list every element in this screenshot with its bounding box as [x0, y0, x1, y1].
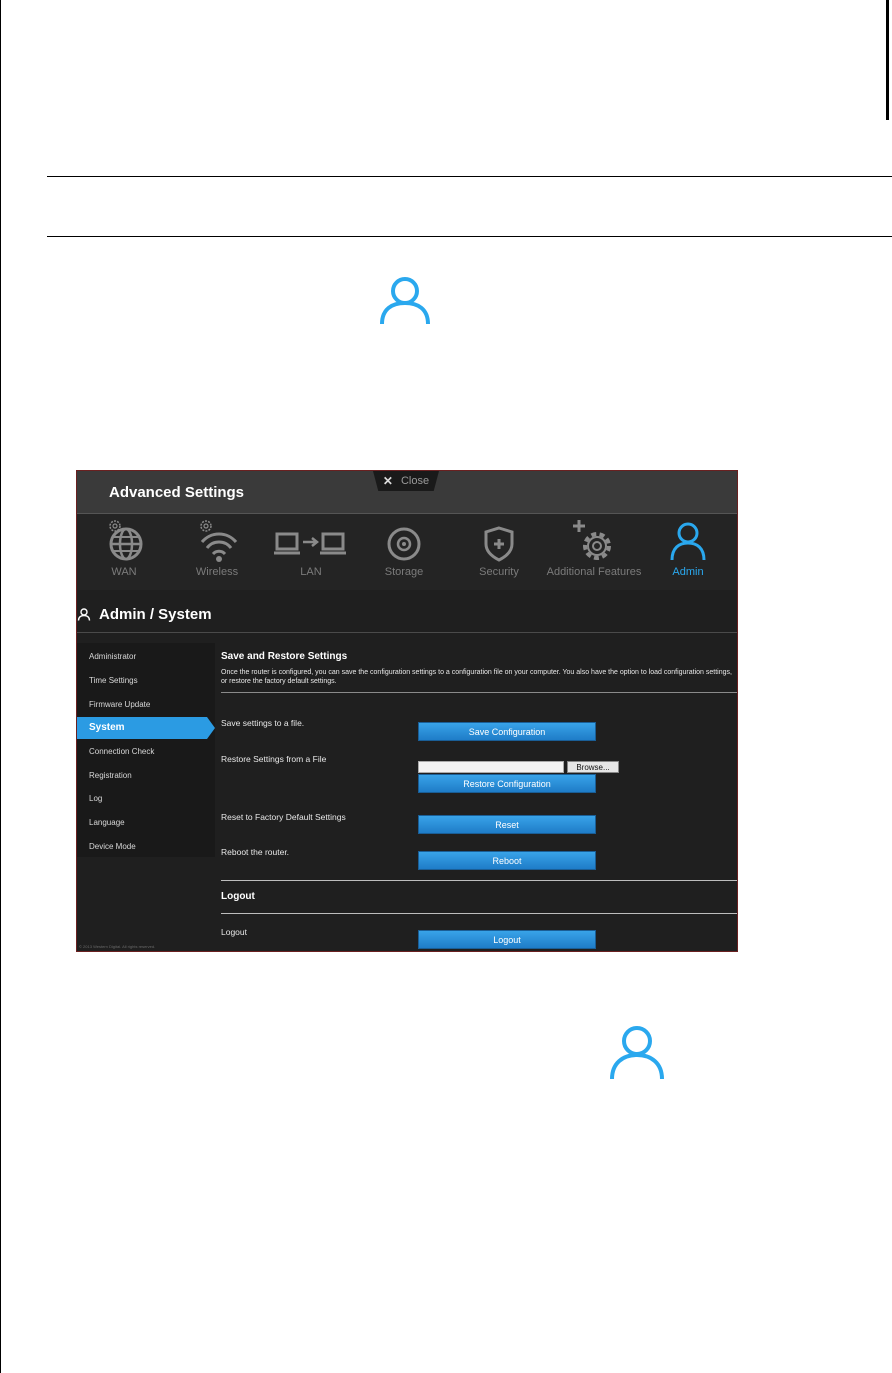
nav-security[interactable]: Security	[449, 518, 549, 578]
nav-admin[interactable]: Admin	[638, 518, 737, 578]
admin-person-icon	[380, 277, 430, 325]
advanced-settings-window: Advanced Settings ✕ Close WAN Wireless L…	[76, 470, 738, 952]
nav-lan-label: LAN	[300, 566, 322, 578]
top-divider	[47, 176, 892, 177]
second-divider	[47, 236, 892, 237]
save-configuration-button[interactable]: Save Configuration	[418, 722, 596, 741]
sidebar-item-administrator[interactable]: Administrator	[77, 646, 215, 668]
nav-wan-label: WAN	[111, 566, 137, 578]
nav-additional-features[interactable]: Additional Features	[544, 518, 644, 578]
browse-button[interactable]: Browse...	[567, 761, 619, 773]
sidebar-item-registration[interactable]: Registration	[77, 765, 215, 787]
sidebar-item-system[interactable]: System	[77, 717, 215, 739]
nav-security-label: Security	[479, 566, 519, 578]
lan-icon	[274, 532, 346, 555]
page-title: Admin / System	[99, 606, 212, 623]
disc-icon	[387, 527, 421, 561]
heading-person-icon	[77, 608, 91, 621]
close-icon: ✕	[382, 474, 393, 488]
copyright: © 2013 Western Digital. All rights reser…	[79, 944, 156, 949]
sidebar-item-firmware-update[interactable]: Firmware Update	[77, 694, 215, 716]
reset-button[interactable]: Reset	[418, 815, 596, 834]
close-button[interactable]: ✕ Close	[373, 471, 439, 491]
save-restore-description: Once the router is configured, you can s…	[221, 669, 732, 685]
nav-storage-label: Storage	[384, 566, 424, 578]
sidebar-item-connection-check[interactable]: Connection Check	[77, 741, 215, 763]
nav-wireless[interactable]: Wireless	[167, 518, 267, 578]
restore-configuration-button[interactable]: Restore Configuration	[418, 774, 596, 793]
admin-person-icon-bottom	[610, 1026, 664, 1080]
restore-settings-label: Restore Settings from a File	[221, 754, 327, 764]
sidebar-item-language[interactable]: Language	[77, 812, 215, 834]
restore-file-input[interactable]	[418, 761, 564, 773]
save-settings-label: Save settings to a file.	[221, 718, 305, 728]
main-nav: WAN Wireless LAN Storage Security Additi…	[77, 514, 737, 590]
logout-top-divider	[221, 880, 737, 881]
logout-label: Logout	[221, 927, 247, 937]
reboot-button[interactable]: Reboot	[418, 851, 596, 870]
sidebar-item-time-settings[interactable]: Time Settings	[77, 670, 215, 692]
gear-plus-icon	[573, 520, 611, 560]
shield-icon	[484, 526, 514, 562]
sidebar-item-log[interactable]: Log	[77, 788, 215, 810]
reboot-label: Reboot the router.	[221, 847, 290, 857]
globe-gear-icon	[109, 520, 143, 561]
logout-divider	[221, 913, 737, 914]
nav-wan[interactable]: WAN	[77, 518, 174, 578]
nav-admin-label: Admin	[672, 566, 704, 578]
save-restore-divider	[221, 692, 737, 693]
window-title: Advanced Settings	[109, 484, 245, 501]
nav-storage[interactable]: Storage	[354, 518, 454, 578]
page-heading: Admin / System	[77, 601, 737, 627]
page-left-rule	[0, 0, 1, 1373]
nav-lan[interactable]: LAN	[261, 518, 361, 578]
nav-wireless-label: Wireless	[195, 566, 239, 578]
sidebar: Administrator Time Settings Firmware Upd…	[77, 643, 215, 857]
page-right-rule	[886, 0, 889, 120]
sidebar-item-device-mode[interactable]: Device Mode	[77, 836, 215, 858]
person-icon	[670, 522, 706, 561]
wifi-gear-icon	[200, 520, 238, 562]
close-label: Close	[400, 475, 430, 487]
reset-label: Reset to Factory Default Settings	[221, 812, 346, 822]
save-restore-title: Save and Restore Settings	[221, 651, 348, 662]
nav-additional-features-label: Additional Features	[546, 566, 642, 578]
logout-button[interactable]: Logout	[418, 930, 596, 949]
heading-divider	[77, 632, 737, 633]
logout-title: Logout	[221, 891, 255, 902]
